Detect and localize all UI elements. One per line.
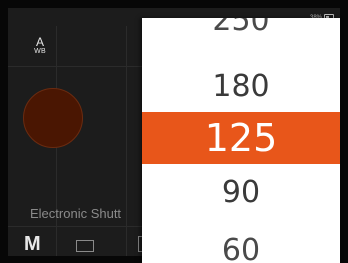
picker-item[interactable]: 60 (142, 226, 340, 263)
frame-icon[interactable] (76, 240, 94, 252)
shutter-speed-picker[interactable]: 250 180 125 90 60 (142, 18, 340, 263)
picker-item[interactable]: 250 (142, 18, 340, 46)
shutter-type-label: Electronic Shutt (30, 206, 122, 221)
picker-item[interactable]: 90 (142, 168, 340, 218)
picker-item-selected[interactable]: 125 (142, 112, 340, 164)
shutter-button[interactable] (23, 88, 83, 148)
white-balance-button[interactable]: A WB (30, 36, 50, 55)
manual-mode-button[interactable]: M (24, 233, 41, 256)
white-balance-mode: A (35, 35, 44, 49)
grid-line (126, 26, 127, 256)
picker-item[interactable]: 180 (142, 62, 340, 112)
white-balance-label: WB (34, 48, 46, 55)
